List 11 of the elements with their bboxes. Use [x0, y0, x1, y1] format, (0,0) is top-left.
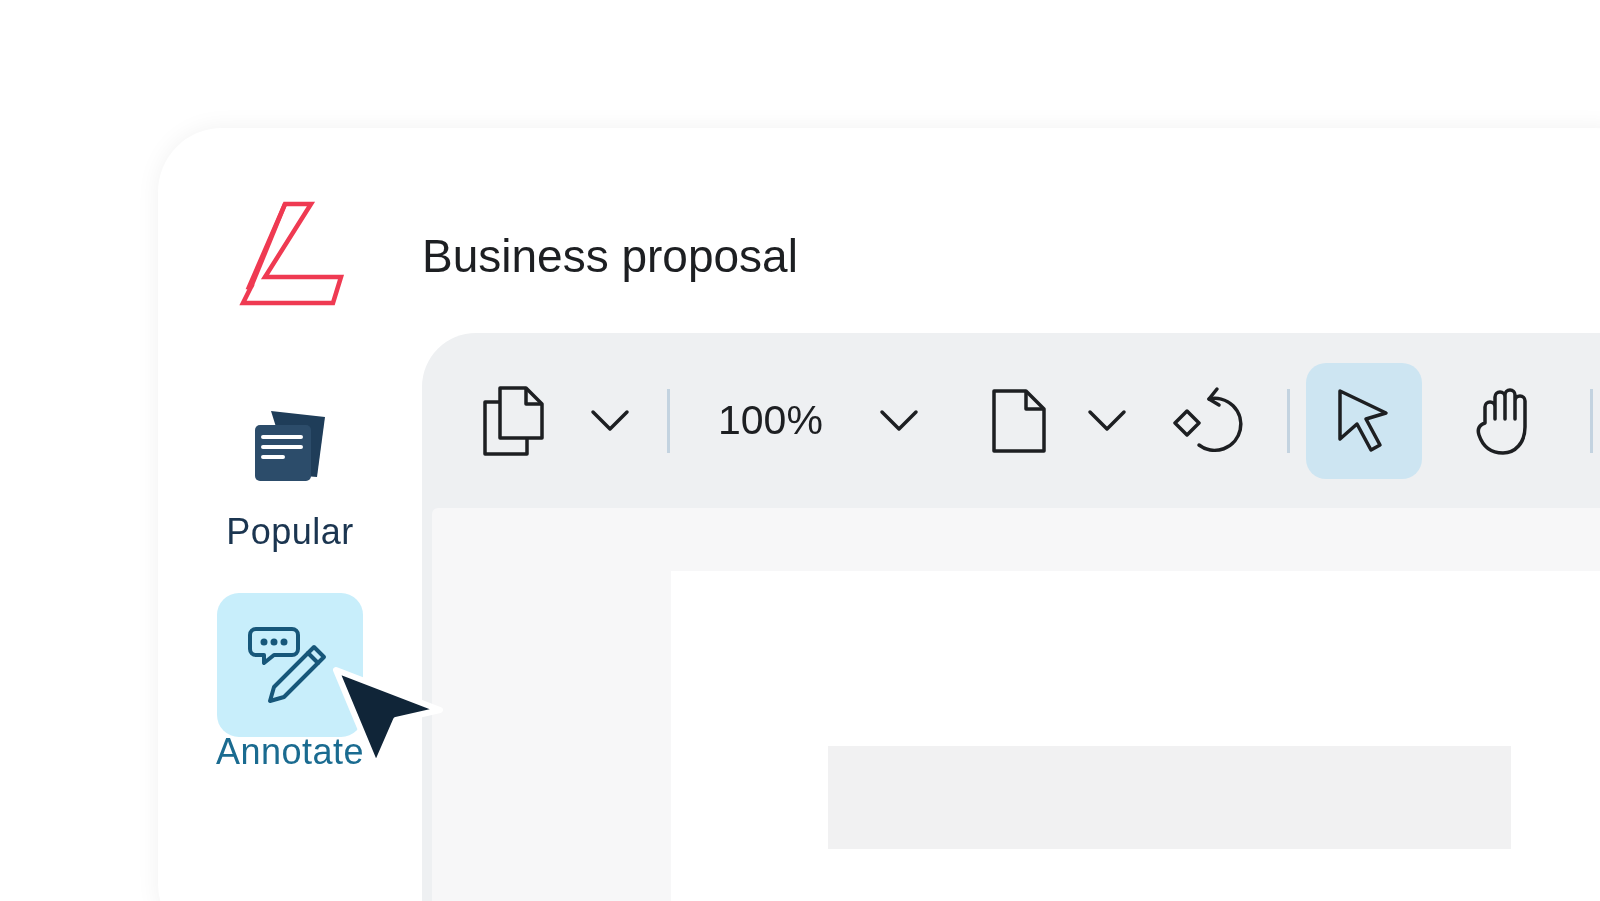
page-icon[interactable]: [990, 388, 1047, 453]
sidebar-tile[interactable]: [217, 593, 363, 737]
sidebar-label: Annotate: [215, 731, 365, 773]
sidebar-label: Popular: [226, 511, 354, 553]
chevron-down-icon[interactable]: [1086, 408, 1127, 433]
chevron-down-icon[interactable]: [590, 408, 630, 433]
select-tool-button[interactable]: [1305, 362, 1422, 479]
chevron-down-icon[interactable]: [878, 408, 919, 433]
pages-icon[interactable]: [482, 385, 544, 456]
zoom-level[interactable]: 100%: [718, 397, 823, 444]
document-title: Business proposal: [422, 228, 799, 283]
